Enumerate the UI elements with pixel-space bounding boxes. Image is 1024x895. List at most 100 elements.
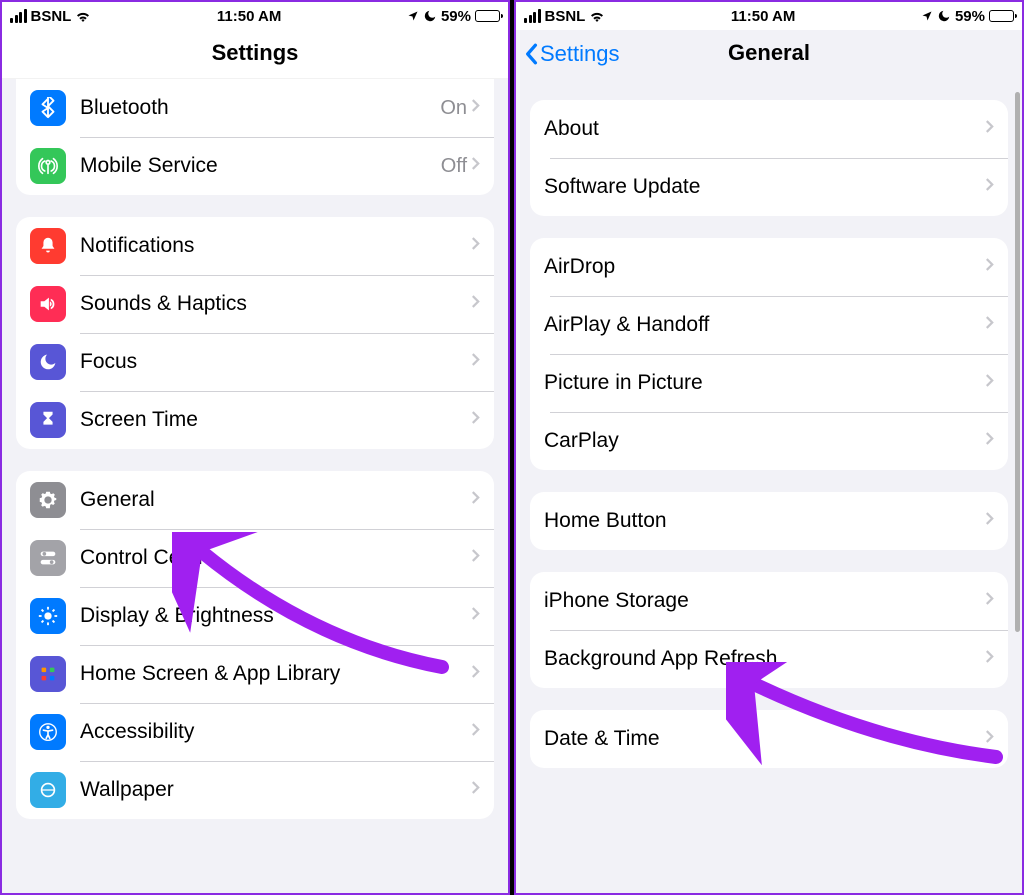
row-label: Mobile Service	[80, 154, 441, 178]
bell-icon	[30, 228, 66, 264]
row-label: Wallpaper	[80, 778, 471, 802]
chevron-right-icon	[471, 236, 480, 256]
row-control-centre[interactable]: Control Centre	[16, 529, 494, 587]
location-icon	[407, 10, 419, 22]
speaker-icon	[30, 286, 66, 322]
row-sounds[interactable]: Sounds & Haptics	[16, 275, 494, 333]
battery-pct: 59%	[955, 8, 985, 25]
row-software-update[interactable]: Software Update	[530, 158, 1008, 216]
general-screen: BSNL 11:50 AM 59% Settings General About…	[514, 0, 1024, 895]
signal-icon	[524, 9, 541, 23]
chevron-right-icon	[985, 431, 994, 451]
moon-icon	[423, 9, 437, 23]
carrier-label: BSNL	[31, 8, 72, 25]
status-time: 11:50 AM	[91, 8, 407, 25]
row-label: Background App Refresh	[544, 647, 985, 671]
wifi-icon	[589, 10, 605, 22]
row-bluetooth[interactable]: Bluetooth On	[16, 79, 494, 137]
row-wallpaper[interactable]: Wallpaper	[16, 761, 494, 819]
chevron-right-icon	[471, 294, 480, 314]
moon-icon	[937, 9, 951, 23]
status-bar: BSNL 11:50 AM 59%	[516, 2, 1022, 30]
row-mobile-service[interactable]: Mobile Service Off	[16, 137, 494, 195]
chevron-right-icon	[471, 780, 480, 800]
chevron-right-icon	[985, 649, 994, 669]
chevron-right-icon	[985, 257, 994, 277]
toggles-icon	[30, 540, 66, 576]
chevron-right-icon	[985, 729, 994, 749]
chevron-right-icon	[471, 352, 480, 372]
row-label: Software Update	[544, 175, 985, 199]
gear-icon	[30, 482, 66, 518]
focus-moon-icon	[30, 344, 66, 380]
row-focus[interactable]: Focus	[16, 333, 494, 391]
row-accessibility[interactable]: Accessibility	[16, 703, 494, 761]
settings-screen: BSNL 11:50 AM 59% Settings Bluetooth On	[0, 0, 510, 895]
row-label: About	[544, 117, 985, 141]
row-airdrop[interactable]: AirDrop	[530, 238, 1008, 296]
status-time: 11:50 AM	[605, 8, 921, 25]
chevron-right-icon	[985, 591, 994, 611]
antenna-icon	[30, 148, 66, 184]
hourglass-icon	[30, 402, 66, 438]
row-iphone-storage[interactable]: iPhone Storage	[530, 572, 1008, 630]
accessibility-icon	[30, 714, 66, 750]
row-value: On	[440, 97, 467, 120]
row-date-time[interactable]: Date & Time	[530, 710, 1008, 768]
carrier-label: BSNL	[545, 8, 586, 25]
chevron-right-icon	[471, 410, 480, 430]
chevron-right-icon	[985, 177, 994, 197]
row-general[interactable]: General	[16, 471, 494, 529]
row-label: Notifications	[80, 234, 471, 258]
battery-pct: 59%	[441, 8, 471, 25]
chevron-right-icon	[985, 373, 994, 393]
row-homescreen[interactable]: Home Screen & App Library	[16, 645, 494, 703]
chevron-right-icon	[985, 511, 994, 531]
row-label: Accessibility	[80, 720, 471, 744]
general-header: Settings General	[516, 30, 1022, 78]
brightness-icon	[30, 598, 66, 634]
row-label: Sounds & Haptics	[80, 292, 471, 316]
chevron-right-icon	[471, 98, 480, 118]
row-label: AirDrop	[544, 255, 985, 279]
battery-icon	[475, 10, 500, 22]
row-label: Screen Time	[80, 408, 471, 432]
wifi-icon	[75, 10, 91, 22]
settings-list[interactable]: Bluetooth On Mobile Service Off Notifica…	[2, 79, 508, 893]
chevron-right-icon	[985, 315, 994, 335]
row-pip[interactable]: Picture in Picture	[530, 354, 1008, 412]
chevron-right-icon	[471, 156, 480, 176]
bluetooth-icon	[30, 90, 66, 126]
page-title: Settings	[14, 40, 496, 66]
row-label: Home Button	[544, 509, 985, 533]
status-bar: BSNL 11:50 AM 59%	[2, 2, 508, 30]
row-label: CarPlay	[544, 429, 985, 453]
row-label: AirPlay & Handoff	[544, 313, 985, 337]
row-carplay[interactable]: CarPlay	[530, 412, 1008, 470]
back-button[interactable]: Settings	[524, 41, 620, 67]
scrollbar-thumb[interactable]	[1015, 92, 1020, 632]
row-notifications[interactable]: Notifications	[16, 217, 494, 275]
row-display[interactable]: Display & Brightness	[16, 587, 494, 645]
row-label: Picture in Picture	[544, 371, 985, 395]
settings-header: Settings	[2, 30, 508, 79]
general-list[interactable]: About Software Update AirDrop AirPlay & …	[516, 78, 1022, 893]
row-home-button[interactable]: Home Button	[530, 492, 1008, 550]
row-background-refresh[interactable]: Background App Refresh	[530, 630, 1008, 688]
row-label: General	[80, 488, 471, 512]
row-value: Off	[441, 155, 467, 178]
chevron-right-icon	[471, 548, 480, 568]
row-screentime[interactable]: Screen Time	[16, 391, 494, 449]
row-label: Date & Time	[544, 727, 985, 751]
chevron-left-icon	[524, 43, 538, 65]
back-label: Settings	[540, 41, 620, 67]
row-label: Home Screen & App Library	[80, 662, 471, 686]
chevron-right-icon	[985, 119, 994, 139]
apps-grid-icon	[30, 656, 66, 692]
chevron-right-icon	[471, 490, 480, 510]
chevron-right-icon	[471, 722, 480, 742]
row-airplay[interactable]: AirPlay & Handoff	[530, 296, 1008, 354]
chevron-right-icon	[471, 664, 480, 684]
row-about[interactable]: About	[530, 100, 1008, 158]
chevron-right-icon	[471, 606, 480, 626]
